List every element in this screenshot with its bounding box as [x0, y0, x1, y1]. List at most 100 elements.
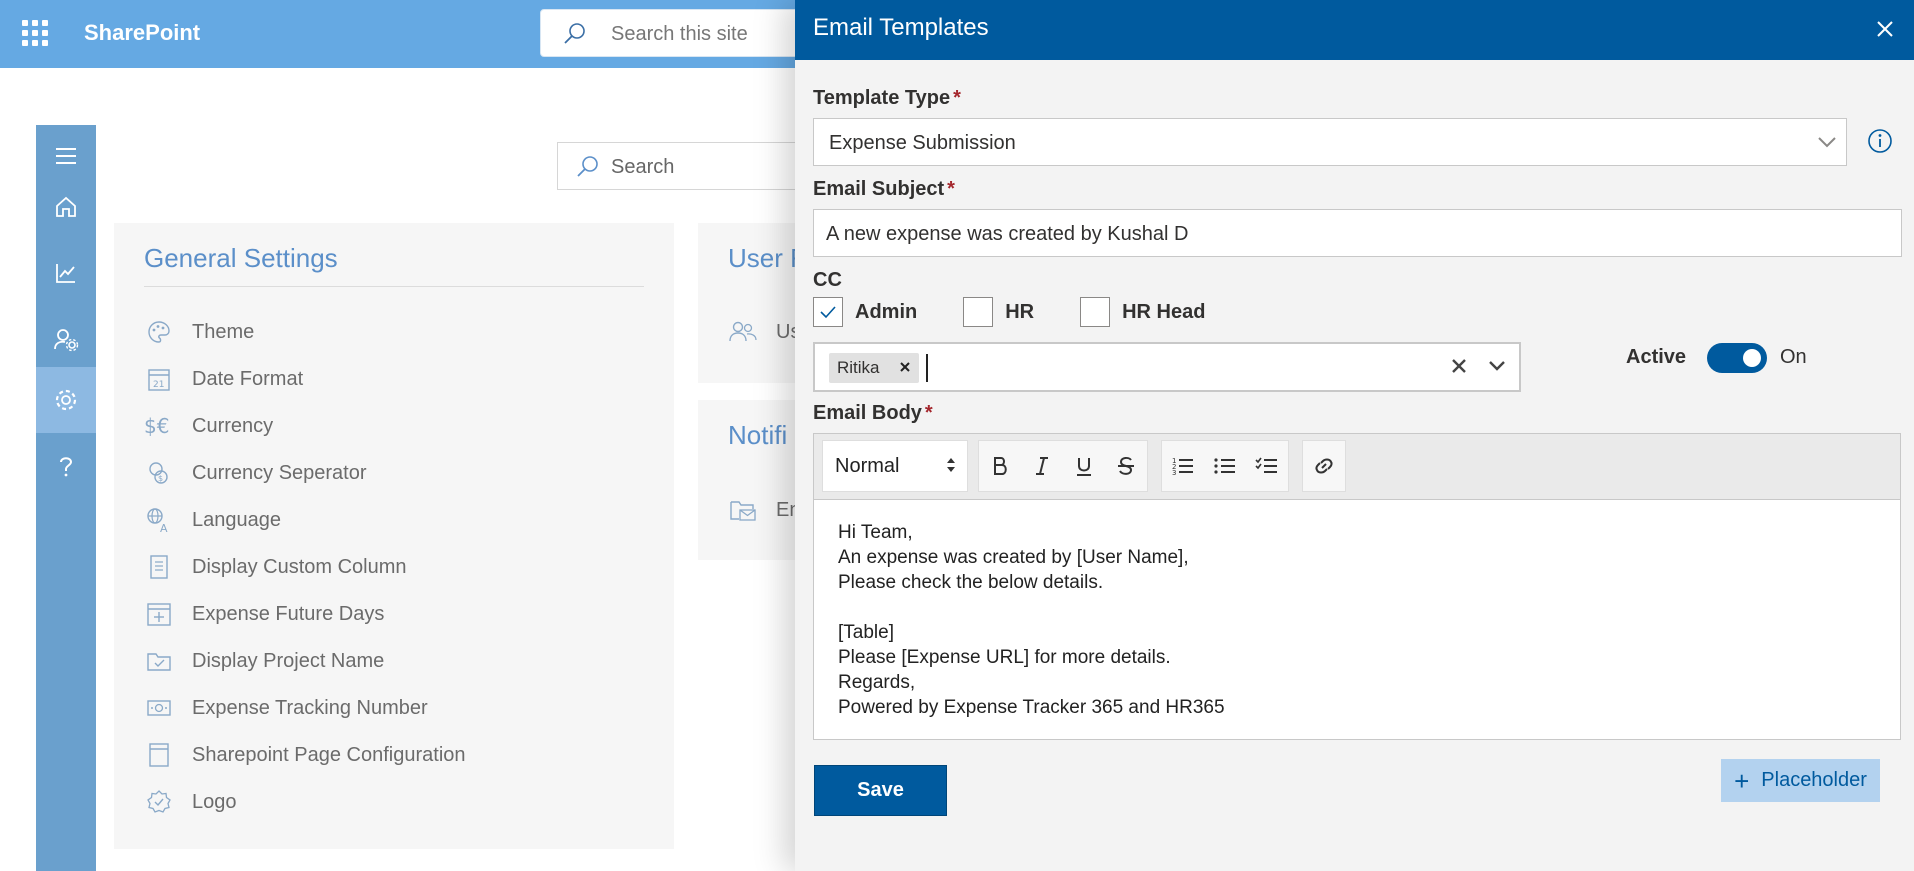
setting-currency-seperator[interactable]: $ Currency Seperator [144, 458, 367, 488]
setting-label: Display Project Name [192, 649, 385, 672]
bold-icon[interactable] [979, 446, 1021, 486]
brand-name[interactable]: SharePoint [84, 20, 200, 46]
remove-person-icon[interactable] [897, 359, 913, 380]
person-chip-label: Ritika [837, 358, 880, 377]
analytics-icon[interactable] [36, 235, 96, 311]
required-marker: * [947, 178, 955, 200]
format-select[interactable]: Normal [822, 440, 968, 492]
setting-label: Logo [192, 790, 237, 813]
text-cursor [926, 354, 928, 382]
app-launcher-icon[interactable] [22, 20, 48, 46]
body-line: Powered by Expense Tracker 365 and HR365 [838, 697, 1225, 718]
add-placeholder-button[interactable]: + Placeholder [1721, 759, 1880, 802]
link-icon[interactable] [1303, 446, 1345, 486]
italic-icon[interactable] [1021, 446, 1063, 486]
email-subject-value: A new expense was created by Kushal D [826, 223, 1189, 245]
required-marker: * [953, 87, 961, 109]
hr-head-checkbox[interactable] [1080, 297, 1111, 327]
email-body-text[interactable]: Hi Team, An expense was created by [User… [838, 520, 1225, 720]
left-nav-rail [36, 125, 96, 871]
setting-display-custom-column[interactable]: Display Custom Column [144, 552, 407, 582]
setting-expense-tracking-number[interactable]: Expense Tracking Number [144, 693, 428, 723]
checklist-icon[interactable] [1246, 446, 1288, 486]
setting-label: Currency [192, 414, 274, 437]
search-icon [563, 22, 587, 51]
hr-head-checkbox-label[interactable]: HR Head [1122, 301, 1205, 324]
format-value: Normal [835, 455, 900, 477]
site-search-placeholder: Search this site [611, 23, 748, 45]
currency-icon: $€ [144, 411, 174, 441]
page-icon [144, 740, 174, 770]
hr-checkbox[interactable] [963, 297, 994, 327]
setting-label: Currency Seperator [192, 461, 367, 484]
toggle-knob [1743, 349, 1761, 367]
admin-checkbox[interactable] [813, 297, 843, 327]
close-icon[interactable] [1870, 14, 1900, 44]
clear-icon[interactable] [1449, 356, 1469, 381]
email-body-editor: Normal 123 Hi Team, An expense was creat… [813, 433, 1901, 740]
save-button[interactable]: Save [814, 765, 947, 816]
underline-icon[interactable] [1063, 446, 1105, 486]
active-label: Active [1626, 346, 1687, 368]
divider [144, 286, 644, 287]
bullet-list-icon[interactable] [1204, 446, 1246, 486]
required-marker: * [924, 402, 933, 424]
template-type-label: Template Type * [813, 87, 961, 109]
svg-text:3: 3 [1172, 469, 1176, 477]
body-line: Regards, [838, 672, 916, 693]
hr-checkbox-label[interactable]: HR [1005, 301, 1034, 324]
notif-card-item[interactable]: En [728, 495, 800, 525]
setting-label: Date Format [192, 367, 304, 390]
template-type-dropdown[interactable]: Expense Submission [813, 118, 1847, 166]
setting-language[interactable]: A Language [144, 505, 281, 535]
setting-theme[interactable]: Theme [144, 317, 254, 347]
setting-label: Sharepoint Page Configuration [192, 743, 466, 766]
email-subject-label: Email Subject * [813, 178, 955, 200]
setting-currency[interactable]: $€ Currency [144, 411, 273, 441]
user-card-item[interactable]: Us [728, 317, 800, 347]
chevron-down-icon[interactable] [1487, 358, 1507, 379]
setting-label: Expense Future Days [192, 602, 385, 625]
help-icon[interactable] [36, 433, 96, 499]
placeholder-button-label: Placeholder [1761, 769, 1867, 791]
page-search-placeholder: Search [611, 156, 675, 178]
search-icon [576, 155, 600, 184]
email-folder-icon [728, 495, 758, 525]
svg-text:$: $ [158, 474, 163, 483]
strikethrough-icon[interactable] [1105, 446, 1147, 486]
setting-display-project-name[interactable]: Display Project Name [144, 646, 384, 676]
setting-label: Language [192, 508, 281, 531]
body-line [838, 595, 1225, 620]
plus-icon: + [1734, 765, 1750, 796]
home-icon[interactable] [36, 169, 96, 245]
setting-sharepoint-page-configuration[interactable]: Sharepoint Page Configuration [144, 740, 466, 770]
body-line: An expense was created by [User Name], [838, 547, 1189, 568]
admin-checkbox-label[interactable]: Admin [855, 301, 917, 324]
active-toggle[interactable] [1707, 343, 1767, 373]
settings-gear-icon[interactable] [36, 367, 96, 433]
setting-expense-future-days[interactable]: Expense Future Days [144, 599, 384, 629]
setting-label: Theme [192, 320, 255, 343]
people-picker[interactable]: Ritika [813, 342, 1521, 392]
setting-logo[interactable]: Logo [144, 787, 237, 817]
setting-label: Expense Tracking Number [192, 696, 428, 719]
setting-date-format[interactable]: 21 Date Format [144, 364, 303, 394]
panel-header: Email Templates [795, 0, 1914, 60]
body-line: Please [Expense URL] for more details. [838, 647, 1171, 668]
cc-options: Admin HR HR Head [813, 296, 1251, 328]
person-chip: Ritika [829, 353, 919, 383]
numbered-list-icon[interactable]: 123 [1162, 446, 1204, 486]
badge-icon [144, 787, 174, 817]
template-type-value: Expense Submission [829, 132, 1016, 154]
email-subject-field[interactable]: A new expense was created by Kushal D [813, 209, 1902, 257]
email-templates-panel: Email Templates Template Type * Expense S… [795, 0, 1914, 871]
money-icon [144, 693, 174, 723]
chevron-down-icon [1816, 131, 1838, 158]
cc-label: CC [813, 269, 842, 291]
info-icon[interactable] [1867, 128, 1893, 159]
link-group [1302, 440, 1346, 492]
svg-text:A: A [160, 522, 168, 533]
document-icon [144, 552, 174, 582]
panel-title: Email Templates [813, 14, 989, 41]
svg-text:$€: $€ [144, 414, 169, 438]
